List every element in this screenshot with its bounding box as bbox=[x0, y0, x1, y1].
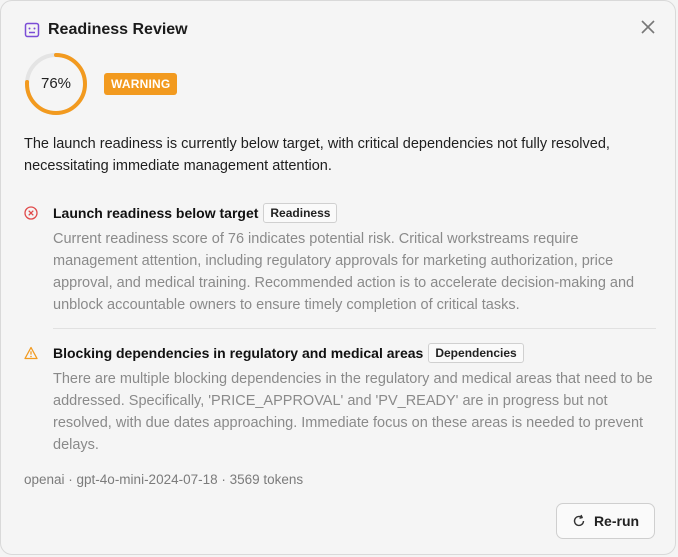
score-row: 76% WARNING bbox=[24, 52, 178, 116]
close-button[interactable] bbox=[639, 18, 657, 36]
readiness-review-dialog: Readiness Review 76% WARNING The launch … bbox=[0, 0, 676, 555]
close-icon bbox=[641, 20, 655, 34]
rerun-button[interactable]: Re-run bbox=[556, 503, 655, 539]
robot-icon bbox=[24, 22, 40, 38]
warning-triangle-icon bbox=[24, 346, 38, 360]
issue-title: Blocking dependencies in regulatory and … bbox=[53, 345, 424, 361]
issue-tag: Dependencies bbox=[428, 343, 524, 363]
refresh-icon bbox=[572, 514, 586, 528]
issue-description: There are multiple blocking dependencies… bbox=[53, 371, 653, 453]
dialog-header: Readiness Review bbox=[24, 21, 188, 39]
score-value: 76% bbox=[40, 75, 72, 92]
model-meta: openai · gpt-4o-mini-2024-07-18 · 3569 t… bbox=[24, 472, 304, 487]
dialog-title: Readiness Review bbox=[48, 21, 188, 38]
issue-title: Launch readiness below target bbox=[53, 205, 259, 221]
issue-description: Current readiness score of 76 indicates … bbox=[53, 231, 635, 313]
readiness-gauge: 76% bbox=[24, 52, 88, 116]
issue-tag: Readiness bbox=[263, 203, 338, 223]
issue-item: Blocking dependencies in regulatory and … bbox=[24, 342, 656, 456]
divider bbox=[53, 328, 656, 329]
rerun-label: Re-run bbox=[593, 513, 640, 529]
status-badge: WARNING bbox=[104, 73, 178, 95]
summary-text: The launch readiness is currently below … bbox=[24, 136, 610, 174]
issue-item: Launch readiness below target Readiness … bbox=[24, 202, 656, 316]
error-circle-icon bbox=[24, 206, 38, 220]
